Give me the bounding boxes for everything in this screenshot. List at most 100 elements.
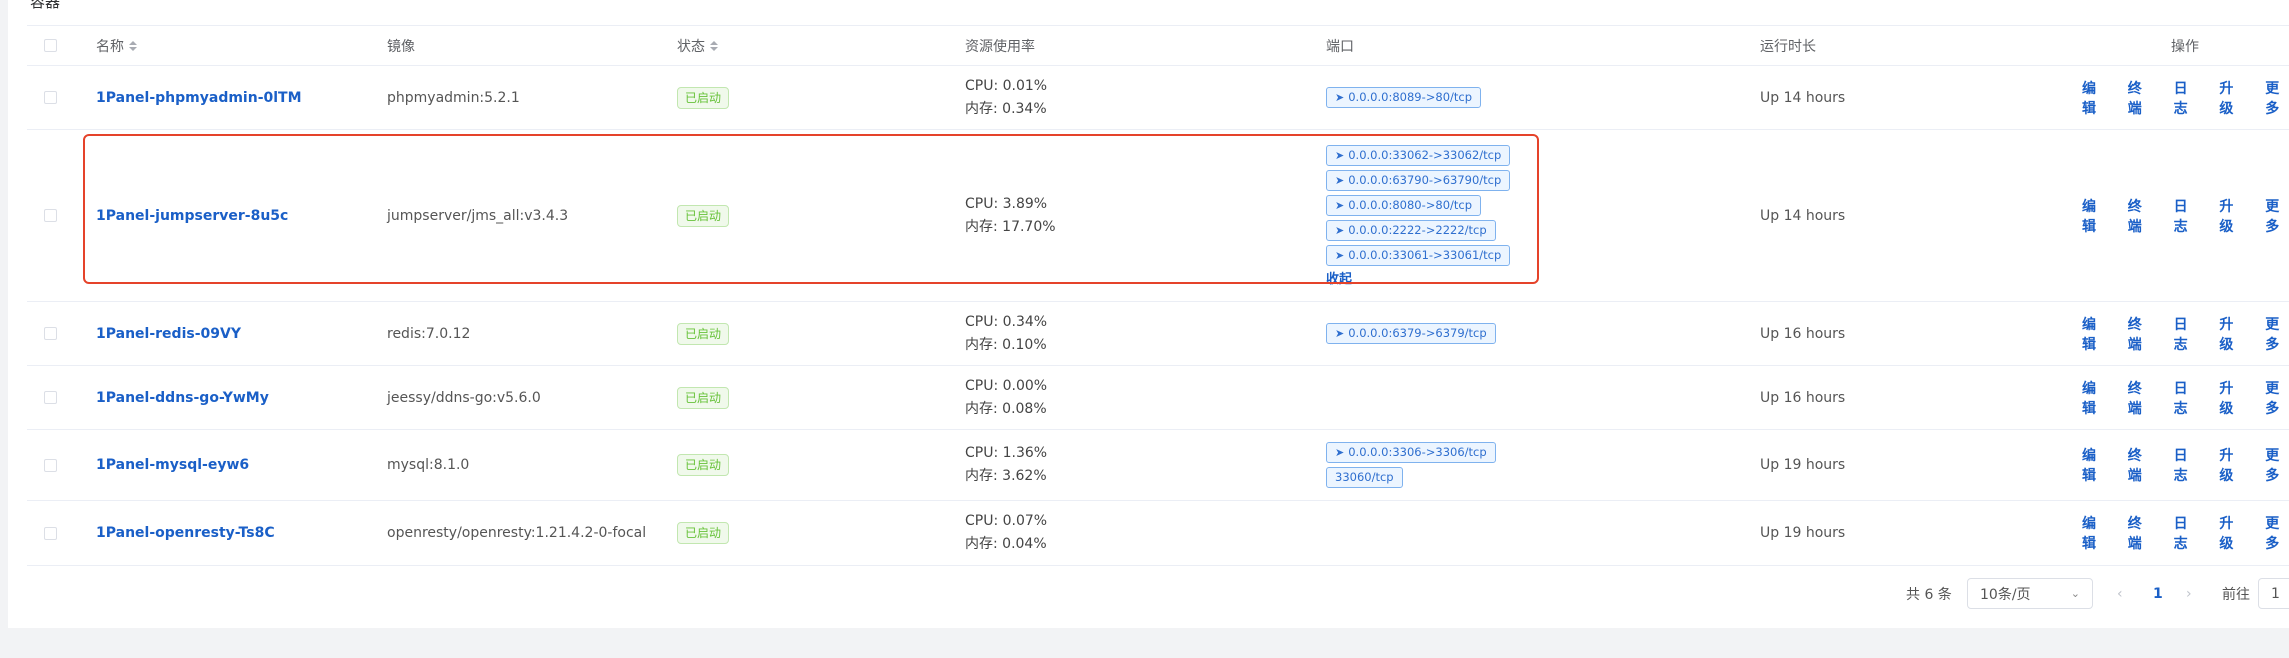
action-more-link[interactable]: 更多 — [2265, 513, 2289, 553]
page-size-select[interactable]: 10条/页 ⌄ — [1967, 578, 2093, 609]
collapse-ports-link[interactable]: 收起 — [1326, 268, 1352, 287]
goto-label: 前往 — [2222, 587, 2250, 603]
port-tag[interactable]: ➤ 0.0.0.0:33062->33062/tcp — [1326, 144, 1511, 166]
page-title: 容器 — [30, 0, 61, 11]
container-name-link[interactable]: 1Panel-ddns-go-YwMy — [96, 390, 269, 406]
row-checkbox[interactable] — [44, 458, 57, 472]
send-icon: ➤ — [1335, 223, 1345, 237]
action-log-link[interactable]: 日志 — [2174, 378, 2198, 418]
send-icon: ➤ — [1335, 91, 1345, 104]
port-tag[interactable]: ➤ 0.0.0.0:63790->63790/tcp — [1326, 169, 1511, 191]
send-icon: ➤ — [1335, 446, 1345, 459]
container-name-link[interactable]: 1Panel-jumpserver-8u5c — [96, 208, 288, 224]
port-tag[interactable]: ➤ 0.0.0.0:8080->80/tcp — [1326, 194, 1482, 216]
action-edit-link[interactable]: 编辑 — [2082, 78, 2106, 118]
container-name-link[interactable]: 1Panel-mysql-eyw6 — [96, 457, 249, 473]
container-name-link[interactable]: 1Panel-phpmyadmin-0lTM — [96, 90, 302, 106]
port-tag[interactable]: 33060/tcp — [1326, 467, 1403, 488]
action-upgrade-link[interactable]: 升级 — [2219, 78, 2243, 118]
action-upgrade-link[interactable]: 升级 — [2219, 378, 2243, 418]
row-actions: 编辑 终端 日志 升级 更多 — [2082, 445, 2289, 485]
select-all-checkbox[interactable] — [44, 39, 57, 52]
container-list-panel: 容器 名称 镜像 状态 资源使用率 端口 运行时长 操作 1Panel-phpm… — [8, 0, 2289, 628]
action-terminal-link[interactable]: 终端 — [2128, 513, 2152, 553]
action-terminal-link[interactable]: 终端 — [2128, 196, 2152, 236]
table-row: 1Panel-openresty-Ts8C openresty/openresty… — [27, 501, 2289, 566]
column-header-name[interactable]: 名称 — [96, 26, 137, 65]
action-more-link[interactable]: 更多 — [2265, 445, 2289, 485]
action-terminal-link[interactable]: 终端 — [2128, 445, 2152, 485]
action-log-link[interactable]: 日志 — [2174, 78, 2198, 118]
send-icon: ➤ — [1335, 248, 1345, 262]
action-terminal-link[interactable]: 终端 — [2128, 78, 2152, 118]
sort-icon[interactable] — [710, 40, 718, 52]
container-image: jumpserver/jms_all:v3.4.3 — [387, 207, 569, 224]
uptime-text: Up 14 hours — [1760, 89, 1846, 106]
action-edit-link[interactable]: 编辑 — [2082, 513, 2106, 553]
goto-page-input[interactable]: 1 — [2258, 578, 2289, 609]
column-header-status[interactable]: 状态 — [677, 26, 718, 65]
action-upgrade-link[interactable]: 升级 — [2219, 513, 2243, 553]
status-badge: 已启动 — [677, 522, 730, 544]
port-tag[interactable]: ➤ 0.0.0.0:8089->80/tcp — [1326, 87, 1482, 108]
uptime-text: Up 16 hours — [1760, 389, 1846, 406]
action-upgrade-link[interactable]: 升级 — [2219, 196, 2243, 236]
port-list: ➤ 0.0.0.0:6379->6379/tcp — [1326, 323, 1496, 344]
prev-page-icon[interactable]: ‹ — [2117, 578, 2123, 610]
action-terminal-link[interactable]: 终端 — [2128, 314, 2152, 354]
action-edit-link[interactable]: 编辑 — [2082, 378, 2106, 418]
status-badge: 已启动 — [677, 386, 730, 409]
action-upgrade-link[interactable]: 升级 — [2219, 445, 2243, 485]
table-row: 1Panel-mysql-eyw6 mysql:8.1.0 已启动 CPU: 1.36… — [27, 430, 2289, 501]
send-icon: ➤ — [1335, 148, 1345, 162]
sort-icon[interactable] — [129, 40, 137, 52]
container-image: openresty/openresty:1.21.4.2-0-focal — [387, 525, 647, 541]
action-log-link[interactable]: 日志 — [2174, 445, 2198, 485]
memory-usage: 内存: 0.10% — [965, 336, 1047, 353]
port-tag[interactable]: ➤ 0.0.0.0:2222->2222/tcp — [1326, 219, 1496, 241]
row-actions: 编辑 终端 日志 升级 更多 — [2082, 196, 2289, 236]
uptime-text: Up 19 hours — [1760, 457, 1846, 473]
status-badge: 已启动 — [677, 454, 730, 476]
column-header-ports: 端口 — [1326, 38, 1354, 55]
memory-usage: 内存: 0.04% — [965, 536, 1047, 552]
action-more-link[interactable]: 更多 — [2265, 78, 2289, 118]
cpu-usage: CPU: 0.01% — [965, 77, 1048, 94]
page-number-current[interactable]: 1 — [2153, 578, 2163, 610]
memory-usage: 内存: 3.62% — [965, 468, 1047, 484]
container-name-link[interactable]: 1Panel-redis-09VY — [96, 326, 241, 342]
port-tag[interactable]: ➤ 0.0.0.0:6379->6379/tcp — [1326, 323, 1496, 344]
port-tag[interactable]: ➤ 0.0.0.0:3306->3306/tcp — [1326, 442, 1496, 463]
row-actions: 编辑 终端 日志 升级 更多 — [2082, 314, 2289, 354]
column-header-image: 镜像 — [387, 38, 415, 55]
action-more-link[interactable]: 更多 — [2265, 378, 2289, 418]
table-row: 1Panel-phpmyadmin-0lTM phpmyadmin:5.2.1 已启… — [27, 66, 2289, 130]
container-name-link[interactable]: 1Panel-openresty-Ts8C — [96, 525, 275, 541]
action-log-link[interactable]: 日志 — [2174, 196, 2198, 236]
chevron-down-icon: ⌄ — [2070, 587, 2080, 600]
resource-usage: CPU: 0.01% 内存: 0.34% — [965, 78, 1047, 118]
action-more-link[interactable]: 更多 — [2265, 196, 2289, 236]
row-checkbox[interactable] — [44, 526, 57, 540]
memory-usage: 内存: 17.70% — [965, 218, 1056, 235]
action-edit-link[interactable]: 编辑 — [2082, 314, 2106, 354]
next-page-icon[interactable]: › — [2186, 578, 2192, 610]
row-checkbox[interactable] — [44, 209, 57, 222]
action-edit-link[interactable]: 编辑 — [2082, 196, 2106, 236]
action-log-link[interactable]: 日志 — [2174, 314, 2198, 354]
action-terminal-link[interactable]: 终端 — [2128, 378, 2152, 418]
row-checkbox[interactable] — [44, 327, 57, 340]
action-more-link[interactable]: 更多 — [2265, 314, 2289, 354]
row-checkbox[interactable] — [44, 91, 57, 104]
port-tag[interactable]: ➤ 0.0.0.0:33061->33061/tcp — [1326, 244, 1511, 266]
row-checkbox[interactable] — [44, 391, 57, 404]
send-icon: ➤ — [1335, 327, 1345, 340]
action-edit-link[interactable]: 编辑 — [2082, 445, 2106, 485]
memory-usage: 内存: 0.34% — [965, 100, 1047, 117]
table-row: 1Panel-ddns-go-YwMy jeessy/ddns-go:v5.6.0… — [27, 366, 2289, 430]
resource-usage: CPU: 0.07% 内存: 0.04% — [965, 513, 1047, 553]
action-log-link[interactable]: 日志 — [2174, 513, 2198, 553]
action-upgrade-link[interactable]: 升级 — [2219, 314, 2243, 354]
send-icon: ➤ — [1335, 173, 1345, 187]
cpu-usage: CPU: 1.36% — [965, 445, 1048, 461]
